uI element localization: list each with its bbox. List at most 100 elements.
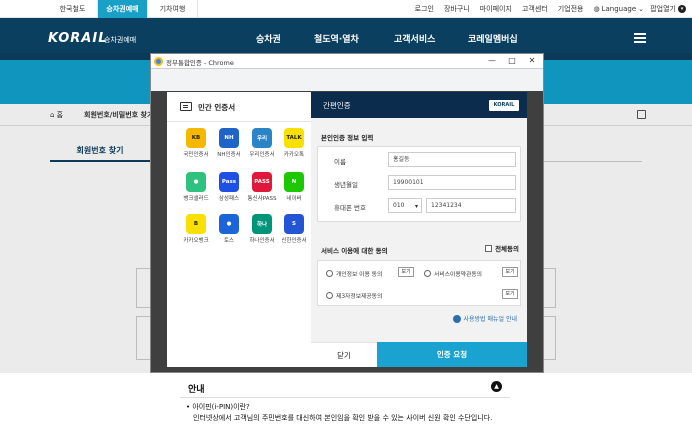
provider-label: 토스 xyxy=(223,238,235,244)
provider-label: 네이버 xyxy=(286,196,302,202)
window-titlebar[interactable]: 정부통합인증 - Chrome — □ ✕ xyxy=(151,54,543,69)
simple-auth-pane: 간편인증 KORAIL 본인인증 정보 입력 이름 홍길동 생년월일 19900… xyxy=(311,92,527,367)
provider-label: 신한인증서 xyxy=(281,238,307,244)
provider-option[interactable]: TALK 카카오톡 xyxy=(279,128,309,158)
provider-label: NH인증서 xyxy=(217,152,241,158)
provider-option[interactable]: N 네이버 xyxy=(279,172,309,202)
nav-customer-service[interactable]: 고객서비스 xyxy=(394,32,435,45)
phone-input[interactable]: 12341234 xyxy=(426,198,516,213)
utility-links: 로그인 장바구니 마이페이지 고객센터 기업전용 ◍ Language ⌄ xyxy=(415,0,644,18)
provider-label: 카카오톡 xyxy=(283,152,305,158)
checkbox-icon xyxy=(485,244,493,252)
popup-toggle[interactable]: 팝업열기 ▾ xyxy=(650,0,686,18)
mypage-link[interactable]: 마이페이지 xyxy=(480,0,512,18)
private-cert-title: 민간 인증서 xyxy=(198,103,236,112)
tab-ticket-booking[interactable]: 승차권예매 xyxy=(98,0,148,18)
cart-link[interactable]: 장바구니 xyxy=(444,0,470,18)
korail-logo: KORAIL xyxy=(489,100,519,111)
provider-label: 우리인증서 xyxy=(249,152,275,158)
phone-label: 휴대폰 번호 xyxy=(334,204,366,212)
provider-option[interactable]: ● 토스 xyxy=(214,214,244,244)
provider-logo-icon: Pass xyxy=(219,172,239,192)
consent-third-party[interactable]: 제3자정보제공동의 xyxy=(326,291,382,300)
utility-bar: 한국철도 승차권예매 기차여행 로그인 장바구니 마이페이지 고객센터 기업전용… xyxy=(0,0,692,18)
maximize-button[interactable]: □ xyxy=(505,55,519,67)
language-select[interactable]: ◍ Language ⌄ xyxy=(593,0,644,18)
section-title: 본인인증 정보 입력 xyxy=(321,134,374,142)
logo-subtitle: 승차권예매 xyxy=(104,36,137,44)
auth-dialog: 민간 인증서 KB 국민인증서 NH NH인증서 우리우리인증서 TALK 카카오톡 ● 뱅크샐… xyxy=(167,92,527,367)
view-privacy-button[interactable]: 보기 xyxy=(398,267,414,277)
customer-center-link[interactable]: 고객센터 xyxy=(522,0,548,18)
provider-option[interactable]: B 카카오뱅크 xyxy=(181,214,211,244)
login-link[interactable]: 로그인 xyxy=(415,0,434,18)
chevron-down-icon: ▾ xyxy=(414,203,418,210)
tab-korail[interactable]: 한국철도 xyxy=(48,0,98,18)
provider-option[interactable]: S 신한인증서 xyxy=(279,214,309,244)
provider-logo-icon: PASS xyxy=(252,172,272,192)
provider-logo-icon: N xyxy=(284,172,304,192)
provider-option[interactable]: 하나 하나인증서 xyxy=(247,214,277,244)
agree-all-checkbox[interactable]: 전체동의 xyxy=(485,243,519,253)
request-auth-button[interactable]: 인증 요청 xyxy=(377,342,527,367)
address-bar[interactable] xyxy=(151,69,543,91)
provider-logo-icon: ● xyxy=(219,214,239,234)
chevron-down-icon: ⌄ xyxy=(638,5,644,13)
provider-label: 뱅크샐러드 xyxy=(183,196,209,202)
info-answer: 인터넷상에서 고객님의 주민번호를 대신하여 본인임을 확인 받을 수 있는 사… xyxy=(193,414,493,422)
provider-label: 국민인증서 xyxy=(183,152,209,158)
user-icon xyxy=(452,314,461,323)
provider-logo-icon: 우리 xyxy=(252,128,272,148)
consent-terms[interactable]: 서비스이용약관동의 xyxy=(424,269,482,278)
minimize-button[interactable]: — xyxy=(485,55,499,67)
provider-option[interactable]: ● 뱅크샐러드 xyxy=(181,172,211,202)
provider-option[interactable]: 우리우리인증서 xyxy=(247,128,277,158)
provider-label: 통신사PASS xyxy=(247,196,277,202)
chevron-up-icon[interactable]: ▲ xyxy=(491,381,502,392)
business-link[interactable]: 기업전용 xyxy=(558,0,584,18)
identity-form: 이름 홍길동 생년월일 19900101 휴대폰 번호 010 ▾ 1234123… xyxy=(317,146,521,222)
private-cert-pane: 민간 인증서 KB 국민인증서 NH NH인증서 우리우리인증서 TALK 카카오톡 ● 뱅크샐… xyxy=(167,92,311,367)
menu-icon[interactable] xyxy=(634,33,646,45)
provider-logo-icon: ● xyxy=(186,172,206,192)
simple-auth-title: 간편인증 xyxy=(323,101,351,110)
certificate-icon xyxy=(180,102,192,111)
provider-option[interactable]: NH NH인증서 xyxy=(214,128,244,158)
provider-option[interactable]: PASS 통신사PASS xyxy=(247,172,277,202)
nav-station-train[interactable]: 철도역·열차 xyxy=(314,32,359,45)
tab-train-travel[interactable]: 기차여행 xyxy=(148,0,198,18)
view-third-party-button[interactable]: 보기 xyxy=(502,289,518,299)
provider-label: 삼성패스 xyxy=(218,196,240,202)
provider-label: 카카오뱅크 xyxy=(183,238,209,244)
provider-option[interactable]: Pass 삼성패스 xyxy=(214,172,244,202)
provider-logo-icon: 하나 xyxy=(252,214,272,234)
close-button[interactable]: 닫기 xyxy=(311,342,377,367)
chrome-icon xyxy=(154,57,163,66)
consent-privacy[interactable]: 개인정보 이용 동의 xyxy=(326,269,382,278)
name-label: 이름 xyxy=(334,158,346,166)
consent-title: 서비스 이용에 대한 동의 xyxy=(321,247,388,255)
guide-link[interactable]: 사용방법 매뉴얼 안내 xyxy=(452,314,517,323)
provider-logo-icon: NH xyxy=(219,128,239,148)
info-header[interactable]: 안내 ▲ xyxy=(180,376,510,398)
name-input[interactable]: 홍길동 xyxy=(388,152,516,167)
consent-list: 개인정보 이용 동의 보기 서비스이용약관동의 보기 제3자정보제공동의 보기 xyxy=(317,260,521,306)
simple-auth-header: 간편인증 KORAIL xyxy=(311,92,527,118)
radio-icon xyxy=(326,292,333,299)
radio-icon xyxy=(424,270,431,277)
nav-ticket[interactable]: 승차권 xyxy=(256,32,281,45)
provider-logo-icon: B xyxy=(186,214,206,234)
window-close-button[interactable]: ✕ xyxy=(525,55,539,67)
korail-logo[interactable]: KORAIL xyxy=(48,31,108,46)
nav-membership[interactable]: 코레일멤버십 xyxy=(468,32,518,45)
phone-prefix-select[interactable]: 010 ▾ xyxy=(388,198,422,213)
info-question: • 아이핀(i-PIN)이란? xyxy=(186,403,250,411)
provider-logo-icon: KB xyxy=(186,128,206,148)
provider-logo-icon: TALK xyxy=(284,128,304,148)
view-terms-button[interactable]: 보기 xyxy=(502,267,518,277)
provider-option[interactable]: KB 국민인증서 xyxy=(181,128,211,158)
window-title: 정부통합인증 - Chrome xyxy=(166,59,234,67)
birthdate-input[interactable]: 19900101 xyxy=(388,175,516,190)
chevron-down-icon: ▾ xyxy=(678,5,686,13)
info-title: 안내 xyxy=(188,385,205,395)
